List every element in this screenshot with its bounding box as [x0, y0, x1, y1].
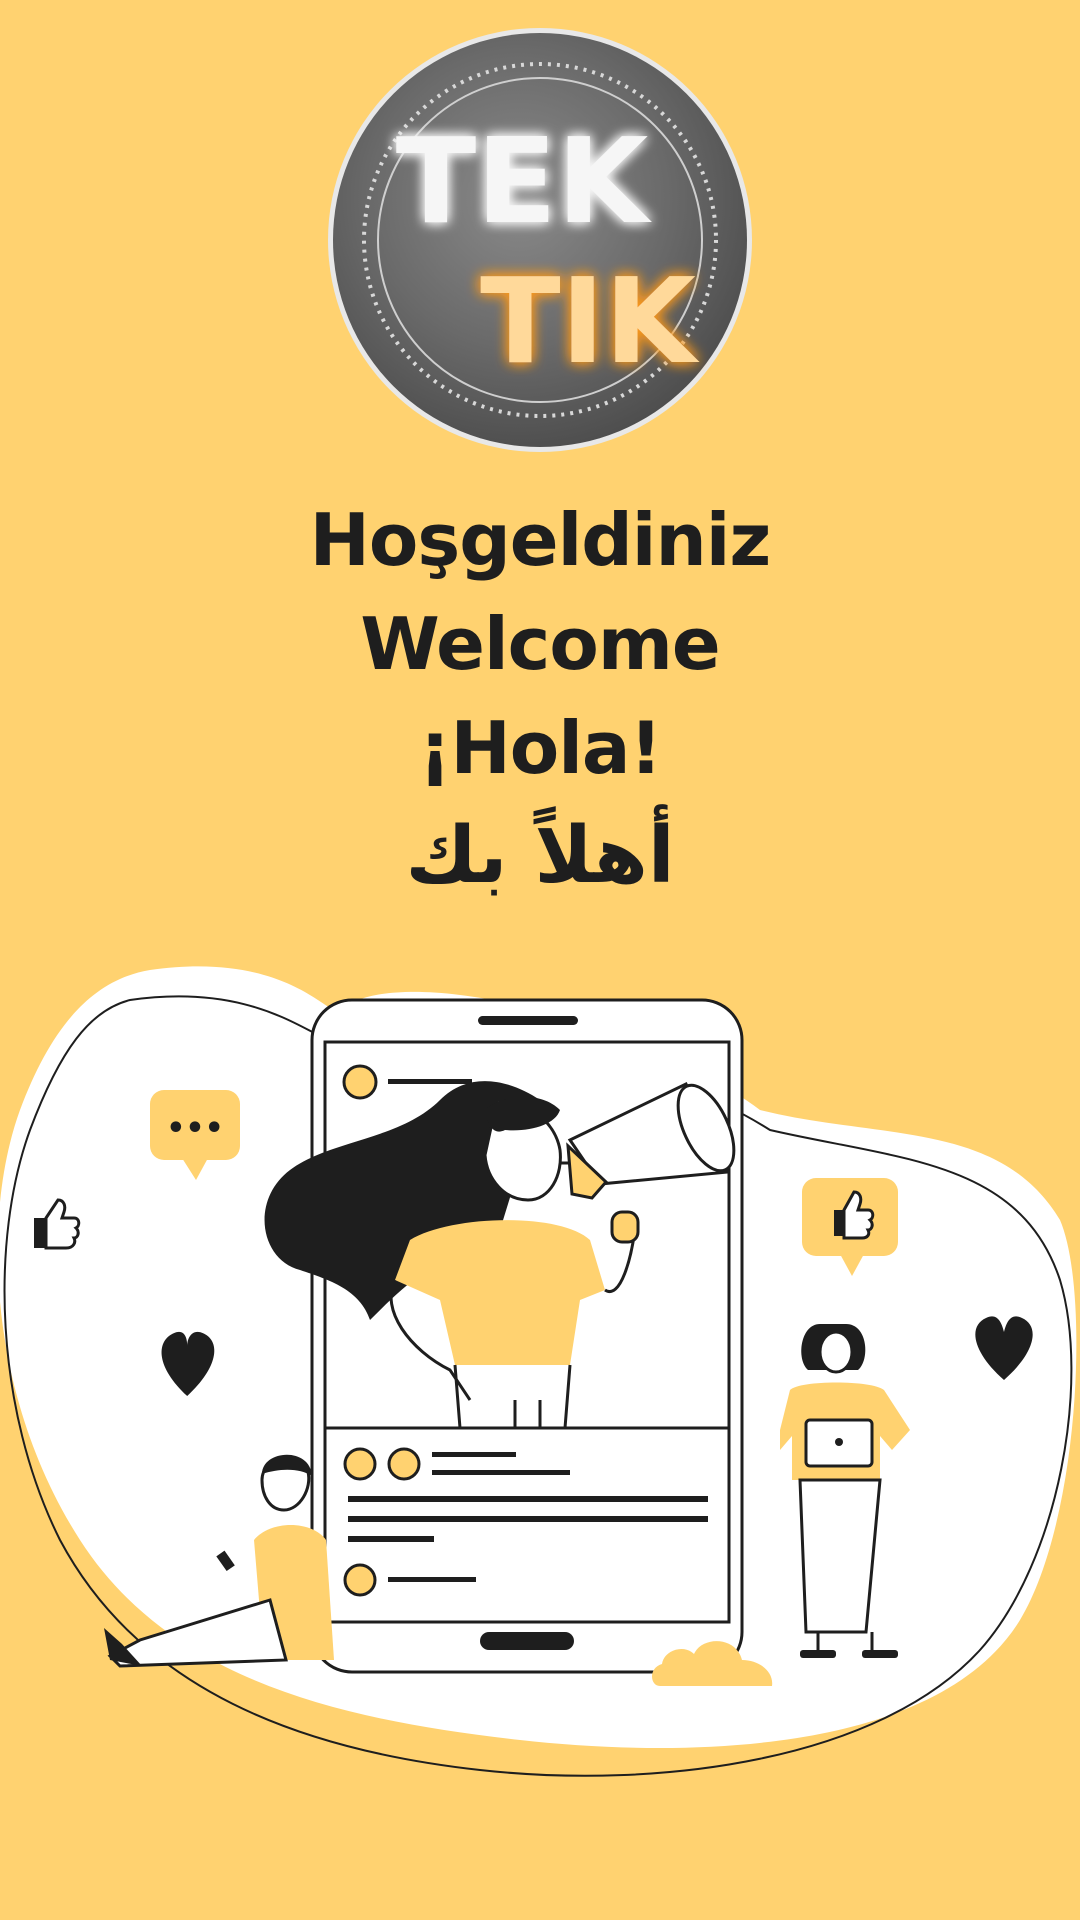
greeting-arabic: أهلاً بك: [405, 811, 675, 901]
app-logo: TEK TIK: [326, 26, 754, 454]
chat-bubble-dots: •••: [166, 1111, 224, 1146]
greeting-turkish: Hoşgeldiniz: [309, 498, 772, 582]
logo-text-line2: TIK: [480, 252, 700, 390]
logo-badge: TEK TIK: [328, 28, 752, 452]
greetings-block: Hoşgeldiniz Welcome ¡Hola! أهلاً بك: [0, 488, 1080, 912]
illustration-svg: •••: [0, 966, 1077, 1777]
greeting-english: Welcome: [360, 602, 720, 686]
welcome-screen: TEK TIK Hoşgeldiniz Welcome ¡Hola! أهلاً…: [0, 0, 1080, 1920]
social-media-illustration: •••: [0, 960, 1080, 1800]
greeting-spanish: ¡Hola!: [418, 706, 663, 790]
logo-text-line1: TEK: [396, 112, 653, 250]
